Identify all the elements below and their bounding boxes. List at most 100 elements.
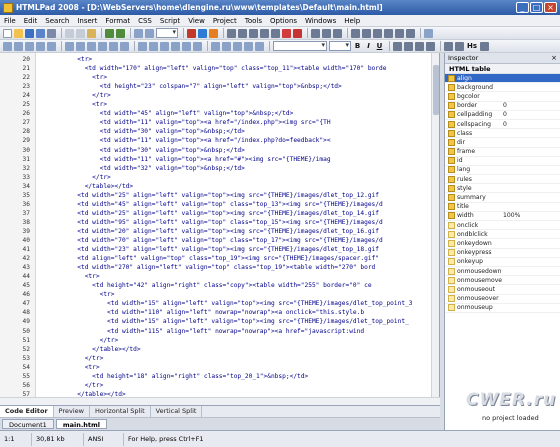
code-line[interactable]: 24 </tr> [0, 91, 430, 101]
underline-button[interactable]: U [375, 42, 384, 51]
firefox-icon[interactable] [209, 28, 218, 38]
property-row[interactable]: lang [445, 166, 560, 176]
property-row[interactable]: onmousedown [445, 267, 560, 277]
property-row[interactable]: onmousemove [445, 276, 560, 286]
image-icon[interactable] [249, 28, 258, 38]
code-text[interactable]: <td width="11" valign="top"><a href="/in… [40, 136, 331, 146]
property-value[interactable]: 0 [503, 102, 560, 109]
checkbox-icon[interactable] [222, 41, 231, 51]
property-row[interactable]: frame [445, 148, 560, 157]
open-folder-icon[interactable] [14, 28, 23, 38]
code-text[interactable]: <tr> [40, 272, 100, 282]
menu-project[interactable]: Project [213, 17, 237, 25]
property-row[interactable]: class [445, 129, 560, 139]
copy-icon[interactable] [76, 28, 85, 38]
code-text[interactable]: <td width="20" align="left" valign="top"… [40, 227, 379, 237]
replace-icon[interactable] [145, 28, 154, 38]
code-line[interactable]: 29 <td width="11" valign="top"><a href="… [0, 136, 430, 146]
list-icon[interactable] [87, 41, 96, 51]
property-row[interactable]: onkeyup [445, 258, 560, 267]
zoom-combo[interactable] [156, 28, 178, 38]
cut-icon[interactable] [65, 28, 74, 38]
menu-insert[interactable]: Insert [77, 17, 97, 25]
menu-format[interactable]: Format [105, 17, 130, 25]
doc-tab-main-html[interactable]: main.html [55, 419, 108, 429]
horizontal-scrollbar[interactable] [0, 397, 440, 405]
color-picker-icon[interactable] [480, 41, 489, 51]
code-line[interactable]: 49 <td width="15" align="left" valign="t… [0, 317, 430, 327]
property-row[interactable]: rules [445, 175, 560, 185]
property-row[interactable]: summary [445, 193, 560, 203]
menu-options[interactable]: Options [270, 17, 297, 25]
spell-check-icon[interactable] [406, 28, 415, 38]
property-row[interactable]: background [445, 83, 560, 93]
align-justify-icon[interactable] [426, 41, 435, 51]
save-all-icon[interactable] [36, 28, 45, 38]
code-line[interactable]: 54 <tr> [0, 363, 430, 373]
menu-windows[interactable]: Windows [305, 17, 336, 25]
property-row[interactable]: width 100% [445, 212, 560, 221]
bold-button[interactable]: B [353, 42, 362, 51]
span-icon[interactable] [76, 41, 85, 51]
color-icon[interactable] [282, 28, 291, 38]
tab-code-editor[interactable]: Code Editor [0, 406, 54, 417]
css-icon[interactable] [322, 28, 331, 38]
indent-icon[interactable] [351, 28, 360, 38]
tag-icon[interactable] [227, 28, 236, 38]
code-line[interactable]: 39 <td width="20" align="left" valign="t… [0, 227, 430, 237]
save-icon[interactable] [25, 28, 34, 38]
property-row[interactable]: title [445, 203, 560, 212]
snippet-icon[interactable] [311, 28, 320, 38]
property-row[interactable]: align [445, 74, 560, 84]
property-row[interactable]: border 0 [445, 102, 560, 111]
code-text[interactable]: </tr> [40, 91, 111, 101]
preview-icon[interactable] [187, 28, 196, 38]
property-row[interactable]: style [445, 184, 560, 194]
code-text[interactable]: <tr> [40, 363, 100, 373]
div-icon[interactable] [65, 41, 74, 51]
find-icon[interactable] [134, 28, 143, 38]
align-left-icon[interactable] [393, 41, 402, 51]
tab-vertical-split[interactable]: Vertical Split [151, 406, 203, 417]
form-icon[interactable] [271, 28, 280, 38]
validate-icon[interactable] [293, 28, 302, 38]
link-icon[interactable] [238, 28, 247, 38]
object-icon[interactable] [160, 41, 169, 51]
menu-tools[interactable]: Tools [245, 17, 262, 25]
outdent-icon[interactable] [362, 28, 371, 38]
tab-preview[interactable]: Preview [54, 406, 90, 417]
table-icon[interactable] [260, 28, 269, 38]
ordered-list-icon[interactable] [98, 41, 107, 51]
radio-icon[interactable] [233, 41, 242, 51]
property-row[interactable]: dir [445, 138, 560, 148]
code-line[interactable]: 44 <tr> [0, 272, 430, 282]
property-row[interactable]: onkeydown [445, 239, 560, 249]
property-value[interactable]: 0 [503, 121, 560, 128]
code-editor[interactable]: 20 <tr> 21 <td width="170" align="left" v… [0, 53, 440, 407]
frame-icon[interactable] [149, 41, 158, 51]
minimize-button[interactable]: _ [516, 2, 529, 13]
property-row[interactable]: onmouseup [445, 304, 560, 313]
code-line[interactable]: 34 </table></td> [0, 182, 430, 192]
font-name-combo[interactable] [273, 41, 327, 51]
font-size-combo[interactable] [329, 41, 351, 51]
menu-edit[interactable]: Edit [24, 17, 38, 25]
code-text[interactable]: </table></td> [40, 182, 133, 192]
menu-script[interactable]: Script [160, 17, 180, 25]
subscript-icon[interactable] [455, 41, 464, 51]
inspector-close-icon[interactable]: × [551, 53, 557, 64]
property-row[interactable]: cellspacing 0 [445, 120, 560, 130]
font-icon[interactable] [109, 41, 118, 51]
menu-search[interactable]: Search [45, 17, 69, 25]
property-row[interactable]: ondblclick [445, 230, 560, 240]
property-row[interactable]: onmouseout [445, 285, 560, 295]
help-icon[interactable] [424, 28, 433, 38]
quote-icon[interactable] [120, 41, 129, 51]
input-icon[interactable] [211, 41, 220, 51]
select-icon[interactable] [244, 41, 253, 51]
menu-help[interactable]: Help [344, 17, 360, 25]
property-value[interactable]: 100% [503, 212, 560, 219]
align-right-icon[interactable] [415, 41, 424, 51]
property-row[interactable]: cellpadding 0 [445, 111, 560, 120]
close-button[interactable]: × [544, 2, 557, 13]
